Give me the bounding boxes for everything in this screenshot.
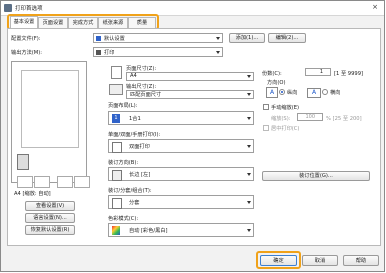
preview-page bbox=[21, 70, 79, 148]
output-size-icon bbox=[109, 84, 123, 95]
manual-scaling-label: 手动缩放(E) bbox=[271, 105, 300, 111]
page-size-icon bbox=[111, 66, 122, 79]
binding-location-button[interactable]: 装订位置(G)... bbox=[262, 171, 370, 181]
chevron-down-icon bbox=[216, 37, 220, 40]
duplex-value: 双面打印 bbox=[129, 144, 150, 150]
scale-range: % [25 至 200] bbox=[326, 116, 362, 122]
help-button[interactable]: 帮助 bbox=[343, 255, 379, 266]
landscape-radio[interactable] bbox=[322, 89, 328, 95]
chevron-down-icon bbox=[247, 75, 251, 78]
output-size-select[interactable]: 匹配页面尺寸 bbox=[126, 90, 254, 99]
profile-select[interactable]: 默认设置 bbox=[93, 33, 223, 43]
output-size-label: 输出尺寸(Z): bbox=[126, 84, 157, 90]
color-mode-select[interactable]: 自动 [彩色/黑白] bbox=[108, 223, 254, 237]
center-print-label: 居中打印(C) bbox=[271, 126, 300, 132]
printer-icon bbox=[96, 50, 101, 55]
cancel-button[interactable]: 取消 bbox=[302, 255, 338, 266]
collate-icon bbox=[112, 198, 122, 209]
landscape-label: 横向 bbox=[330, 90, 341, 96]
collate-label: 装订/分套/组合(T): bbox=[108, 188, 152, 194]
scale-label: 缩放(S): bbox=[271, 116, 291, 122]
binding-icon bbox=[112, 170, 122, 181]
duplex-select[interactable]: 双面打印 bbox=[108, 139, 254, 153]
layout-icon-c[interactable] bbox=[57, 176, 73, 188]
chevron-down-icon bbox=[247, 201, 251, 204]
chevron-down-icon bbox=[247, 229, 251, 232]
duplex-icon bbox=[112, 142, 122, 153]
color-mode-icon bbox=[112, 226, 120, 235]
edit-profile-button[interactable]: 编辑(2)... bbox=[268, 33, 306, 43]
restore-defaults-button[interactable]: 恢复默认设置(R) bbox=[25, 225, 75, 235]
binding-label: 装订方向(B): bbox=[108, 160, 139, 166]
profile-icon bbox=[96, 36, 101, 41]
chevron-down-icon bbox=[247, 173, 251, 176]
landscape-icon: A bbox=[307, 88, 321, 98]
color-mode-value: 自动 [彩色/黑白] bbox=[129, 228, 168, 234]
close-icon[interactable]: × bbox=[368, 2, 382, 13]
page-layout-label: 页面布局(L): bbox=[108, 103, 138, 109]
copies-range: [1 至 9999] bbox=[334, 71, 364, 77]
chevron-down-icon bbox=[247, 93, 251, 96]
page-layout-select[interactable]: 1 1合1 bbox=[108, 111, 254, 125]
page-layout-value: 1合1 bbox=[129, 116, 141, 122]
profile-value: 默认设置 bbox=[104, 36, 125, 42]
preview-caption: A4 [缩放: 自动] bbox=[14, 191, 51, 197]
collate-value: 分套 bbox=[129, 200, 140, 206]
layout-icon-d[interactable] bbox=[74, 176, 90, 188]
output-method-label: 输出方法(M): bbox=[11, 50, 43, 56]
center-print-checkbox[interactable] bbox=[263, 125, 269, 131]
add-profile-button[interactable]: 添加(1)... bbox=[229, 33, 265, 43]
portrait-label: 纵向 bbox=[287, 90, 298, 96]
portrait-icon: A bbox=[266, 87, 278, 98]
scale-value: 100 bbox=[305, 114, 315, 120]
manual-scaling-checkbox[interactable] bbox=[263, 104, 269, 110]
print-preferences-window: 打印首选项 × 基本设置 页面设置 完成方式 纸张来源 质量 配置文件(F): … bbox=[0, 0, 385, 272]
stack-icon bbox=[17, 154, 29, 170]
chevron-down-icon bbox=[216, 51, 220, 54]
page-preview bbox=[11, 61, 87, 183]
page-size-value: A4 bbox=[130, 73, 137, 79]
output-size-value: 匹配页面尺寸 bbox=[130, 92, 162, 98]
collate-select[interactable]: 分套 bbox=[108, 195, 254, 209]
page-size-label: 页面尺寸(Z): bbox=[126, 66, 157, 72]
copies-input[interactable]: 1 bbox=[305, 68, 331, 76]
binding-select[interactable]: 长边 [左] bbox=[108, 167, 254, 181]
scale-input[interactable]: 100 bbox=[297, 113, 323, 121]
page-size-select[interactable]: A4 bbox=[126, 72, 254, 81]
chevron-down-icon bbox=[247, 117, 251, 120]
layout-icon-b[interactable] bbox=[34, 176, 50, 188]
ok-button[interactable]: 确定 bbox=[260, 255, 297, 266]
copies-value: 1 bbox=[319, 69, 323, 75]
portrait-radio[interactable] bbox=[279, 89, 285, 95]
chevron-down-icon bbox=[247, 145, 251, 148]
profile-label: 配置文件(F): bbox=[11, 36, 41, 42]
printer-app-icon bbox=[4, 4, 12, 12]
output-method-select[interactable]: 打印 bbox=[93, 47, 223, 57]
view-settings-button[interactable]: 查看设置(V) bbox=[25, 201, 75, 211]
layout-icon-a[interactable] bbox=[17, 176, 33, 188]
output-method-value: 打印 bbox=[104, 50, 115, 56]
layout-1up-icon: 1 bbox=[112, 114, 120, 123]
window-title: 打印首选项 bbox=[15, 6, 43, 12]
copies-label: 份数(C): bbox=[262, 71, 282, 77]
color-mode-label: 色彩模式(C): bbox=[108, 216, 139, 222]
duplex-label: 单面/双面/手册打印(I): bbox=[108, 132, 161, 138]
binding-value: 长边 [左] bbox=[129, 172, 151, 178]
orientation-label: 方向(O) bbox=[267, 80, 286, 86]
language-settings-button[interactable]: 语言设置(N)... bbox=[25, 213, 75, 223]
